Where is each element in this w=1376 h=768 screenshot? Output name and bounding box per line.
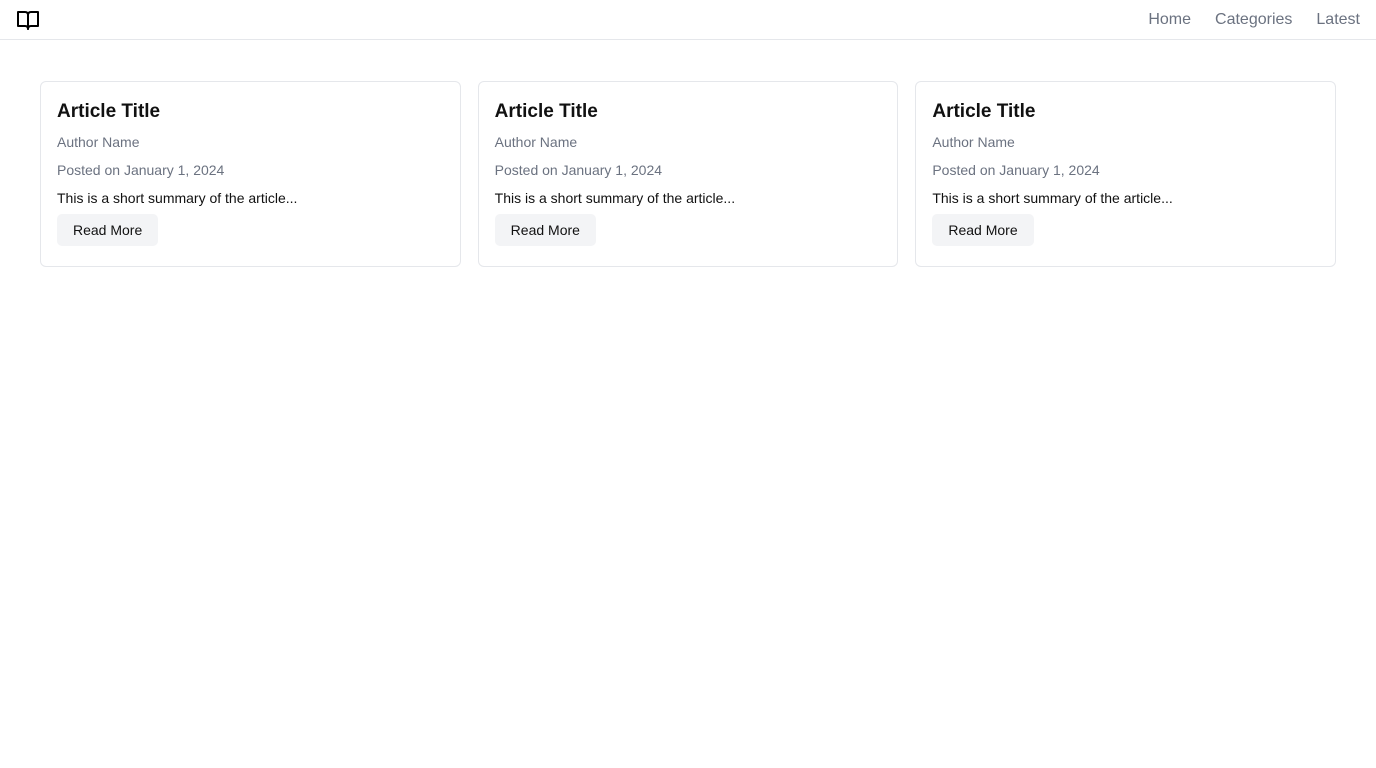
main-nav: Home Categories Latest: [1148, 0, 1360, 40]
article-author: Author Name: [932, 134, 1015, 150]
article-summary: This is a short summary of the article..…: [57, 190, 298, 206]
article-title[interactable]: Article Title: [932, 100, 1319, 124]
nav-link-categories[interactable]: Categories: [1215, 10, 1292, 30]
article-card: Article Title Author Name Posted on Janu…: [915, 81, 1337, 267]
article-date: Posted on January 1, 2024: [932, 162, 1100, 178]
article-card: Article Title Author Name Posted on Janu…: [40, 81, 461, 267]
article-author: Author Name: [494, 134, 578, 150]
article-card: Article Title Author Name Posted on Janu…: [477, 81, 899, 267]
article-date: Posted on January 1, 2024: [494, 162, 663, 178]
nav-link-home[interactable]: Home: [1148, 10, 1191, 30]
article-title[interactable]: Article Title: [495, 100, 882, 124]
read-more-button[interactable]: Read More: [57, 214, 159, 246]
article-grid: Article Title Author Name Posted on Janu…: [40, 81, 1337, 267]
article-summary: This is a short summary of the article..…: [932, 190, 1173, 206]
read-more-button[interactable]: Read More: [932, 214, 1034, 246]
open-book-icon[interactable]: [16, 8, 40, 32]
nav-link-latest[interactable]: Latest: [1316, 10, 1360, 30]
top-navbar: Home Categories Latest: [0, 0, 1376, 40]
read-more-button[interactable]: Read More: [494, 214, 596, 246]
article-author: Author Name: [57, 134, 140, 150]
article-date: Posted on January 1, 2024: [57, 162, 225, 178]
article-title[interactable]: Article Title: [57, 100, 444, 124]
article-summary: This is a short summary of the article..…: [494, 190, 736, 206]
